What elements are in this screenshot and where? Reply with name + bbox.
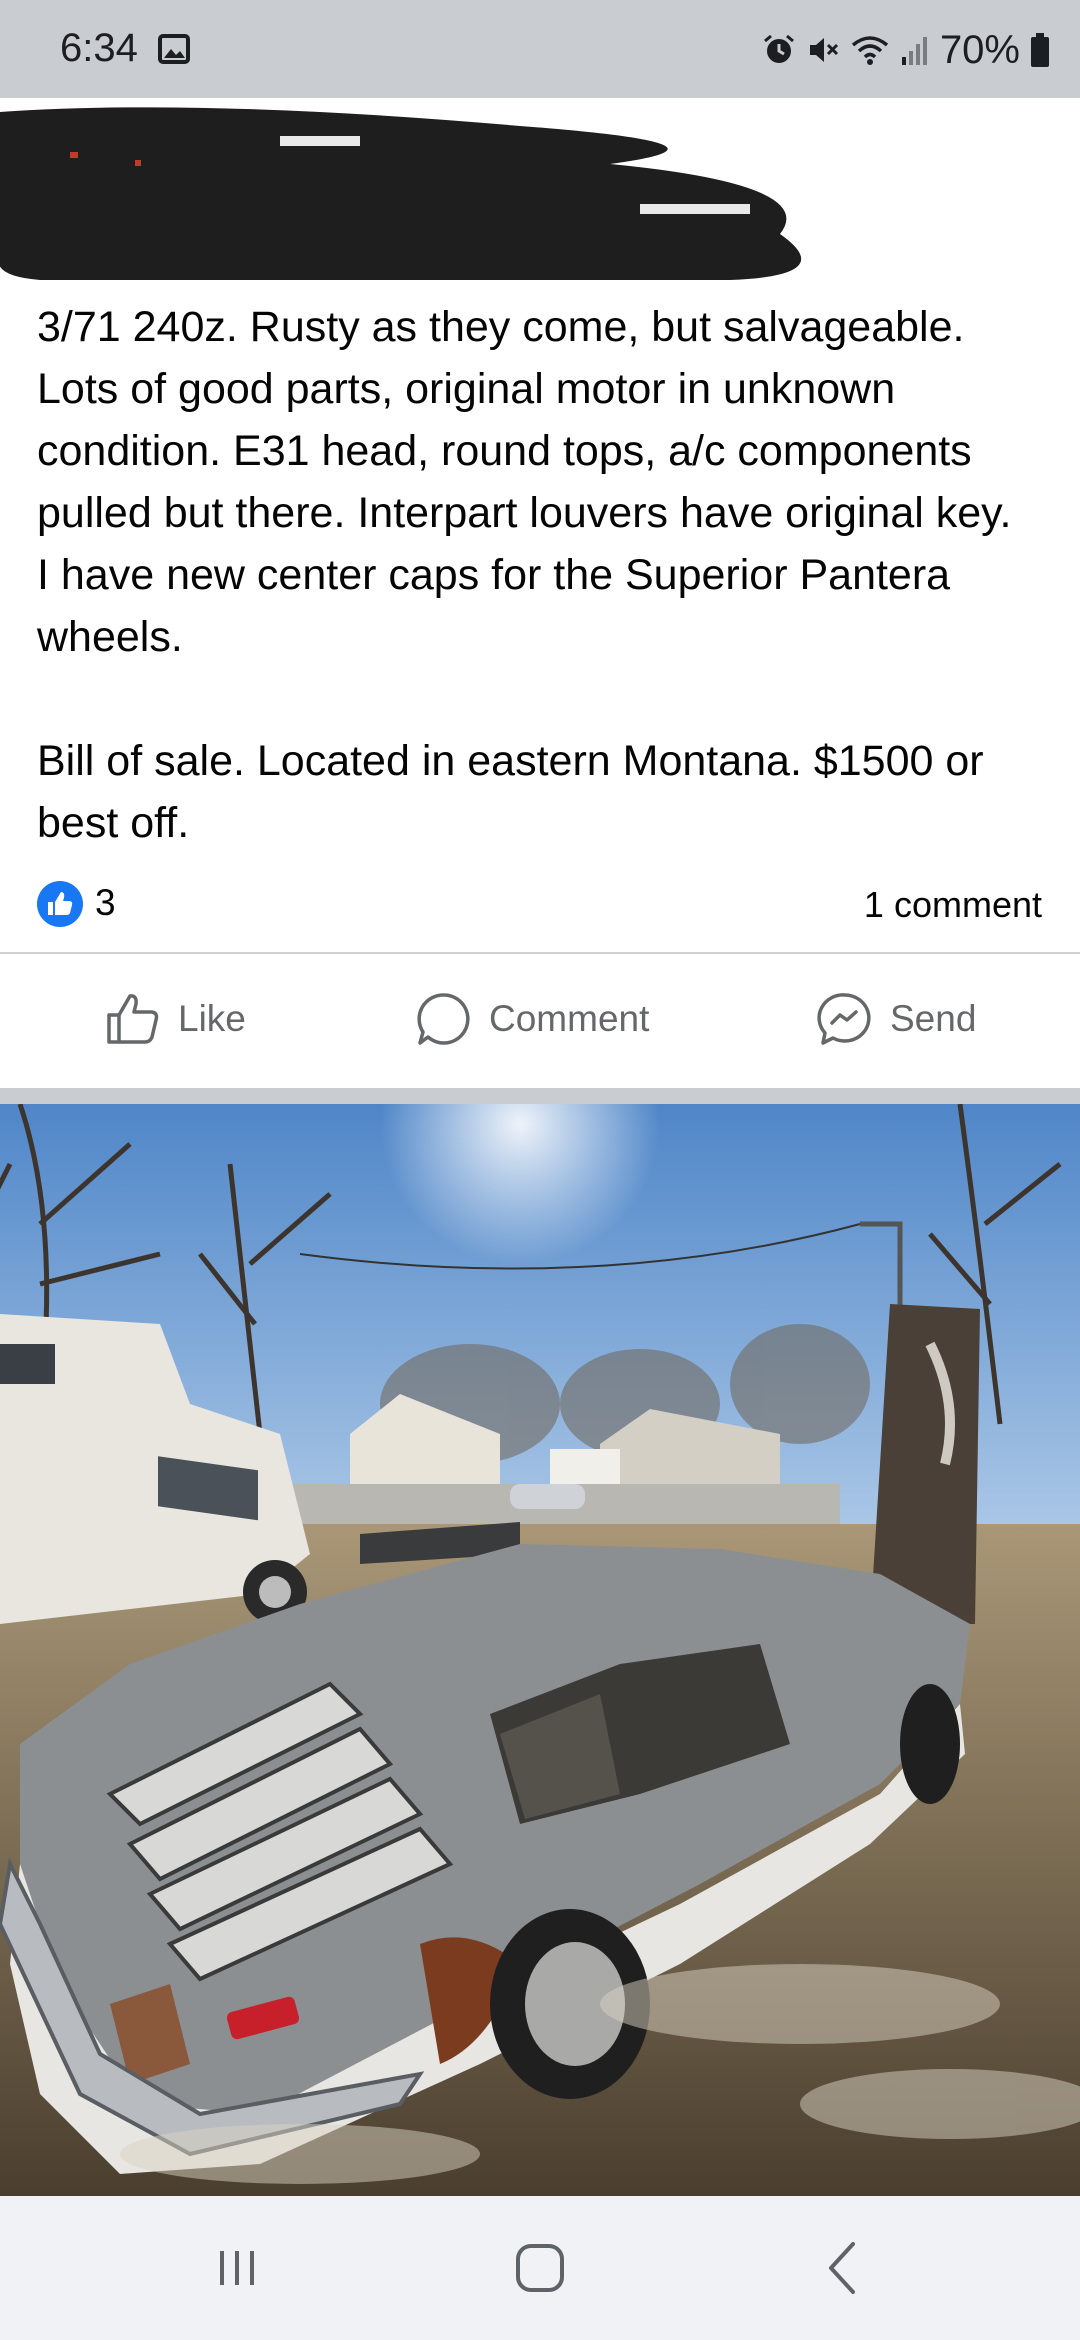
post-photo-datsun-240z[interactable]	[0, 1104, 1080, 2196]
thumbs-up-icon	[107, 994, 159, 1044]
reactions-row: 3 1 comment	[0, 876, 1080, 934]
like-reaction-icon[interactable]	[36, 880, 84, 928]
system-navigation-bar	[0, 2196, 1080, 2340]
battery-icon	[1031, 33, 1049, 67]
post-body-text: 3/71 240z. Rusty as they come, but salva…	[37, 303, 1012, 847]
comment-bubble-icon	[417, 993, 470, 1045]
send-button[interactable]: Send	[816, 954, 976, 1084]
home-icon	[516, 2244, 564, 2292]
alarm-icon	[763, 34, 794, 63]
section-separator	[0, 1088, 1080, 1104]
status-bar: 6:34 70%	[0, 0, 1080, 98]
comment-count-link[interactable]: 1 comment	[864, 884, 1042, 926]
battery-percent: 70%	[939, 27, 1020, 72]
recent-apps-button[interactable]	[177, 2196, 297, 2340]
recent-apps-icon	[220, 2251, 254, 2285]
status-icons: 70%	[762, 26, 1050, 74]
comment-label: Comment	[489, 998, 650, 1039]
back-button[interactable]	[783, 2196, 903, 2340]
redacted-author-header	[0, 107, 802, 280]
image-icon	[158, 34, 190, 64]
send-label: Send	[890, 998, 977, 1039]
signal-icon	[901, 37, 927, 65]
post-action-bar: Like Comment Send	[0, 954, 1080, 1084]
back-chevron-icon	[829, 2242, 855, 2294]
status-time: 6:34	[60, 26, 138, 70]
wifi-icon	[851, 36, 889, 65]
comment-button[interactable]: Comment	[415, 954, 649, 1084]
home-button[interactable]	[480, 2196, 600, 2340]
like-count[interactable]: 3	[95, 882, 116, 924]
messenger-icon	[817, 993, 871, 1045]
mute-icon	[809, 38, 838, 62]
like-label: Like	[178, 998, 246, 1039]
like-button[interactable]: Like	[104, 954, 246, 1084]
